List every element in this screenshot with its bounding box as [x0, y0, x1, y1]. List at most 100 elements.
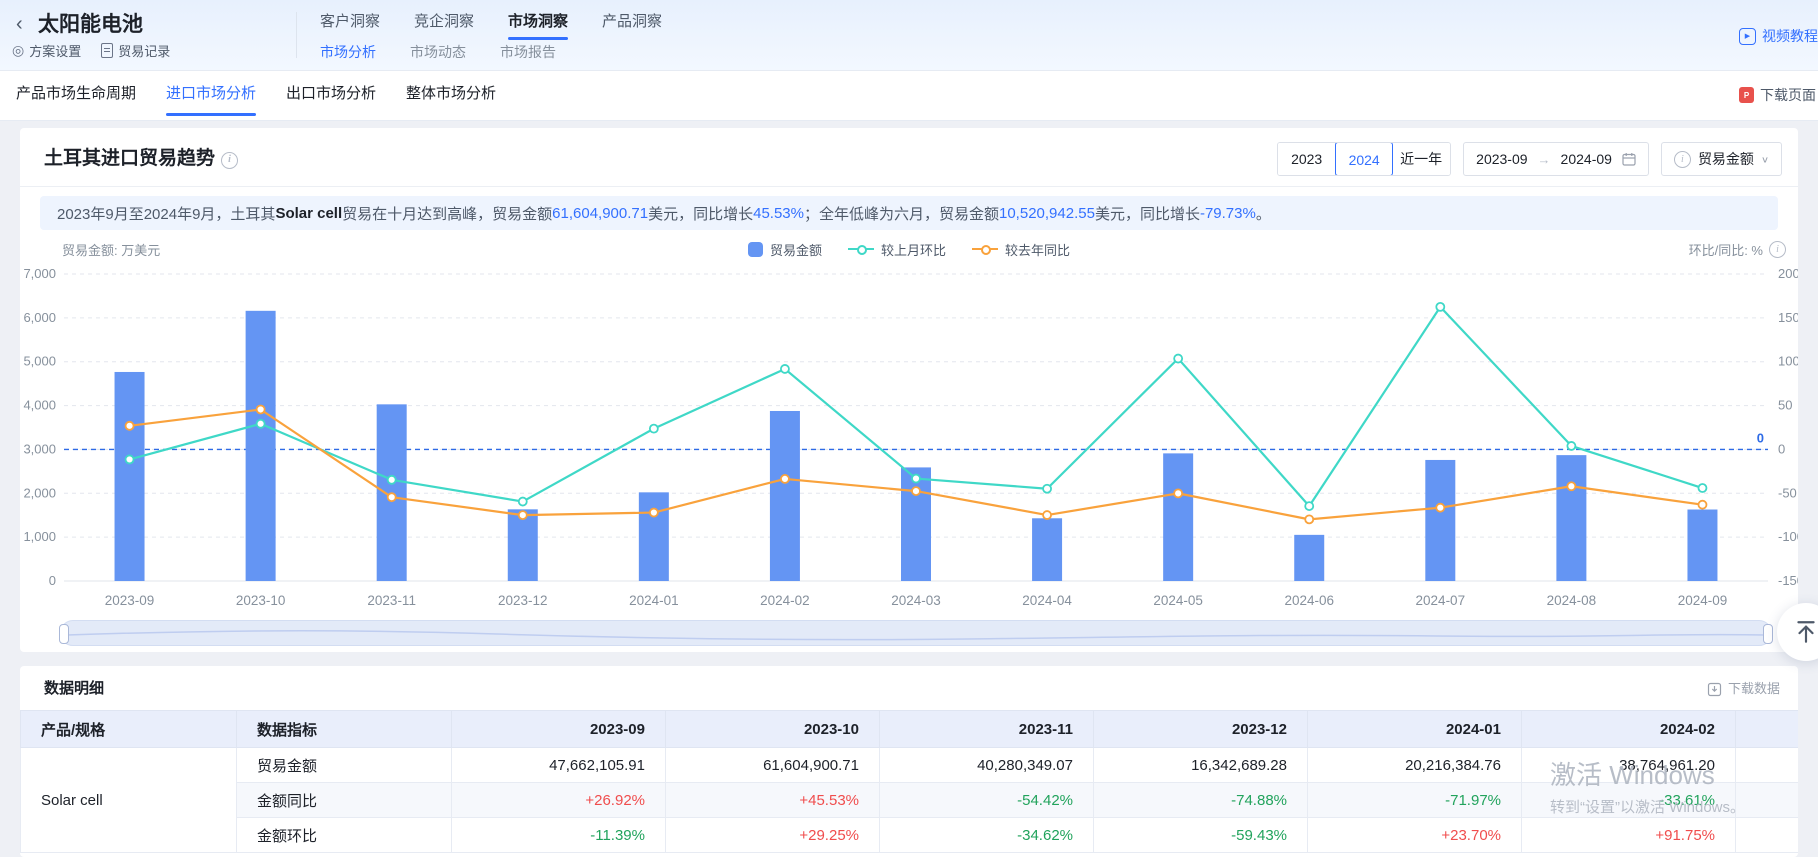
table-row-金额环比: 金额环比-11.39%+29.25%-34.62%-59.43%+23.70%+…	[21, 818, 1799, 853]
legend-bar-marker	[748, 242, 763, 257]
zoom-handle-right[interactable]	[1763, 624, 1773, 644]
value-cell-2023-11-贸易金额: 40,280,349.07	[880, 748, 1094, 783]
value-cell-clipped	[1736, 818, 1799, 853]
date-range-picker[interactable]: 2023-09 → 2024-09	[1463, 142, 1649, 176]
download-page-label: 下载页面	[1760, 85, 1816, 105]
trade-records-label: 贸易记录	[118, 41, 170, 60]
legend-label: 较去年同比	[1005, 240, 1070, 259]
value-cell-2023-09-金额同比: +26.92%	[452, 783, 666, 818]
svg-text:2024-02: 2024-02	[760, 593, 810, 608]
subtab-市场动态[interactable]: 市场动态	[410, 42, 466, 70]
value-cell-2023-10-贸易金额: 61,604,900.71	[666, 748, 880, 783]
download-data-label: 下载数据	[1728, 676, 1780, 702]
year-button-group: 20232024近一年	[1277, 142, 1451, 176]
summary-segment-2: 贸易在十月达到高峰，贸易金额	[342, 203, 552, 224]
tab-客户洞察[interactable]: 客户洞察	[320, 10, 380, 40]
plan-settings-label: 方案设置	[29, 41, 81, 60]
metric-cell: 贸易金额	[237, 748, 452, 783]
info-icon: i	[1674, 151, 1691, 168]
download-page-link[interactable]: P 下载页面	[1739, 85, 1816, 105]
download-file-icon	[1707, 682, 1722, 697]
tab-竞企洞察[interactable]: 竞企洞察	[414, 10, 474, 40]
video-tutorial-link[interactable]: ▶ 视频教程	[1739, 26, 1818, 46]
svg-text:2024-04: 2024-04	[1022, 593, 1072, 608]
date-to[interactable]: 2024-09	[1561, 151, 1612, 167]
legend-item-较去年同比[interactable]: 较去年同比	[972, 240, 1070, 259]
chevron-down-icon: ∨	[1761, 154, 1769, 164]
header-links: ◎ 方案设置 贸易记录	[12, 41, 170, 60]
legend-item-较上月环比[interactable]: 较上月环比	[848, 240, 946, 259]
chart-controls: 20232024近一年 2023-09 → 2024-09 i 贸易金额 ∨	[1277, 142, 1782, 176]
value-cell-2023-09-贸易金额: 47,662,105.91	[452, 748, 666, 783]
value-cell-2023-12-金额同比: -74.88%	[1094, 783, 1308, 818]
summary-segment-5: 45.53%	[753, 205, 804, 222]
value-cell-2024-01-金额环比: +23.70%	[1308, 818, 1522, 853]
data-detail-card: 数据明细 下载数据 产品/规格数据指标2023-092023-102023-11…	[20, 666, 1798, 857]
chart-legend: 贸易金额 较上月环比 较去年同比	[20, 238, 1798, 260]
summary-segment-4: 美元，同比增长	[648, 203, 753, 224]
column-header-产品/规格: 产品/规格	[21, 711, 237, 748]
info-icon[interactable]: i	[1769, 241, 1786, 258]
summary-segment-6: ；全年低峰为六月，贸易金额	[804, 203, 999, 224]
tab-产品洞察[interactable]: 产品洞察	[602, 10, 662, 40]
divider	[20, 186, 1798, 187]
svg-text:1,000: 1,000	[23, 529, 56, 544]
svg-text:-150: -150	[1778, 573, 1798, 588]
year-button-2024[interactable]: 2024	[1335, 142, 1393, 176]
column-header-clipped	[1736, 711, 1799, 748]
arrow-up-to-bar-icon	[1793, 619, 1818, 645]
svg-text:2024-06: 2024-06	[1284, 593, 1334, 608]
column-header-2024-01: 2024-01	[1308, 711, 1522, 748]
market-analysis-nav: 产品市场生命周期进口市场分析出口市场分析整体市场分析 P 下载页面	[0, 71, 1818, 121]
chart-zoom-scrollbar[interactable]	[60, 620, 1772, 646]
column-header-2023-11: 2023-11	[880, 711, 1094, 748]
nav-item-进口市场分析[interactable]: 进口市场分析	[166, 71, 256, 120]
svg-text:2023-12: 2023-12	[498, 593, 548, 608]
top-header: ‹ 太阳能电池 ◎ 方案设置 贸易记录 客户洞察 竞企洞察 市场洞察 产品洞察 市场分…	[0, 0, 1818, 71]
nav-item-产品市场生命周期[interactable]: 产品市场生命周期	[16, 71, 136, 120]
legend-item-贸易金额[interactable]: 贸易金额	[748, 240, 822, 259]
plan-settings-link[interactable]: ◎ 方案设置	[12, 41, 81, 60]
subtab-市场报告[interactable]: 市场报告	[500, 42, 556, 70]
right-axis-unit: 环比/同比: %i	[1689, 240, 1786, 259]
metric-dropdown[interactable]: i 贸易金额 ∨	[1661, 142, 1782, 176]
column-header-数据指标: 数据指标	[237, 711, 452, 748]
svg-text:0: 0	[1778, 441, 1785, 456]
value-cell-2024-02-贸易金额: 38,764,961.20	[1522, 748, 1736, 783]
svg-text:0: 0	[49, 573, 56, 588]
trend-summary-banner: 2023年9月至2024年9月，土耳其Solar cell贸易在十月达到高峰，贸…	[40, 196, 1778, 230]
column-header-2023-09: 2023-09	[452, 711, 666, 748]
nav-item-整体市场分析[interactable]: 整体市场分析	[406, 71, 496, 120]
info-icon[interactable]: i	[221, 152, 238, 169]
legend-line-marker	[848, 244, 874, 254]
summary-segment-7: 10,520,942.55	[999, 205, 1095, 222]
year-button-2023[interactable]: 2023	[1278, 143, 1336, 175]
value-cell-2023-10-金额同比: +45.53%	[666, 783, 880, 818]
svg-text:100: 100	[1778, 354, 1798, 369]
zoom-handle-left[interactable]	[59, 624, 69, 644]
primary-tabs: 客户洞察 竞企洞察 市场洞察 产品洞察	[320, 10, 662, 40]
value-cell-clipped	[1736, 783, 1799, 818]
table-row-金额同比: 金额同比+26.92%+45.53%-54.42%-74.88%-71.97%-…	[21, 783, 1799, 818]
page-title: 太阳能电池	[38, 8, 143, 38]
subtab-市场分析[interactable]: 市场分析	[320, 42, 376, 70]
svg-text:2024-01: 2024-01	[629, 593, 679, 608]
data-detail-table: 产品/规格数据指标2023-092023-102023-112023-12202…	[20, 710, 1798, 853]
svg-text:2024-09: 2024-09	[1678, 593, 1728, 608]
download-data-link[interactable]: 下载数据	[1707, 676, 1780, 702]
value-cell-2024-01-金额同比: -71.97%	[1308, 783, 1522, 818]
year-button-近一年[interactable]: 近一年	[1392, 143, 1450, 175]
back-icon[interactable]: ‹	[16, 12, 23, 36]
svg-text:200: 200	[1778, 266, 1798, 281]
trade-records-link[interactable]: 贸易记录	[101, 41, 170, 60]
value-cell-2023-12-贸易金额: 16,342,689.28	[1094, 748, 1308, 783]
metric-cell: 金额环比	[237, 818, 452, 853]
nav-item-出口市场分析[interactable]: 出口市场分析	[286, 71, 376, 120]
svg-text:7,000: 7,000	[23, 266, 56, 281]
date-from[interactable]: 2023-09	[1476, 151, 1527, 167]
metric-dropdown-value: 贸易金额	[1698, 149, 1754, 169]
tab-市场洞察[interactable]: 市场洞察	[508, 10, 568, 40]
legend-line-marker	[972, 244, 998, 254]
value-cell-2023-10-金额环比: +29.25%	[666, 818, 880, 853]
svg-text:2024-03: 2024-03	[891, 593, 941, 608]
